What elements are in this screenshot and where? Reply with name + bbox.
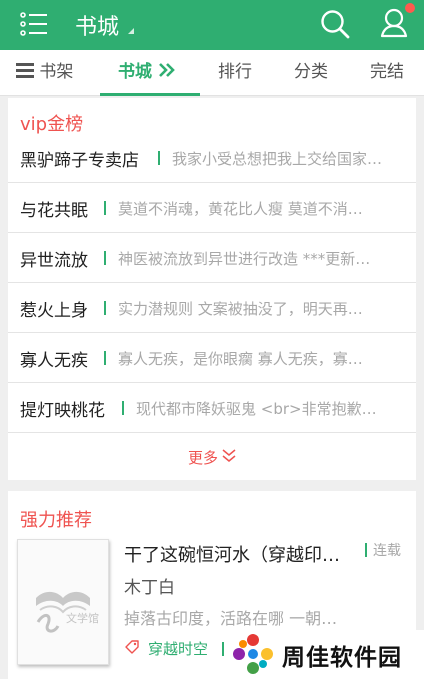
separator xyxy=(104,301,106,315)
book-author: 木丁白 xyxy=(124,578,175,598)
tab-ranking[interactable]: 排行 xyxy=(218,50,252,96)
page-title[interactable]: 书城 xyxy=(75,9,119,41)
more-button[interactable]: 更多 xyxy=(188,447,218,468)
book-intro: 掉落古印度，活路在哪 一朝… xyxy=(124,609,338,628)
double-chevron-down-icon[interactable] xyxy=(222,448,236,464)
title-dropdown-caret-icon[interactable] xyxy=(128,28,134,34)
section-title-recommend: 强力推荐 xyxy=(20,510,92,531)
separator xyxy=(158,151,160,165)
watermark-text: 周佳软件园 xyxy=(282,645,402,671)
book-desc: 我家小受总想把我上交给国家… xyxy=(172,150,383,168)
separator xyxy=(104,201,106,215)
top-bar: 书城 xyxy=(0,0,424,50)
book-name: 与花共眠 xyxy=(20,201,88,221)
tab-category-label: 分类 xyxy=(294,62,328,82)
tab-bar: 书架 书城 排行 分类 完结 xyxy=(0,50,424,96)
tag-icon xyxy=(125,640,139,654)
tab-finished[interactable]: 完结 xyxy=(370,50,404,96)
tab-bookshelf[interactable]: 书架 xyxy=(16,50,73,96)
book-name: 提灯映桃花 xyxy=(20,401,105,421)
book-desc: 现代都市降妖驱鬼 <br>非常抱歉… xyxy=(136,400,377,418)
genre-tag[interactable]: 穿越时空 xyxy=(148,638,208,659)
list-item[interactable]: 黑驴蹄子专卖店 我家小受总想把我上交给国家… xyxy=(8,133,416,183)
vip-ranking-card: vip金榜 黑驴蹄子专卖店 我家小受总想把我上交给国家… 与花共眠 莫道不消魂，… xyxy=(8,98,416,480)
book-name: 黑驴蹄子专卖店 xyxy=(20,151,139,171)
tab-bookstore-label: 书城 xyxy=(118,62,152,82)
list-item[interactable]: 与花共眠 莫道不消魂，黄花比人瘦 莫道不消… xyxy=(8,183,416,233)
tab-category[interactable]: 分类 xyxy=(294,50,328,96)
search-icon[interactable] xyxy=(320,9,350,39)
tab-bookstore[interactable]: 书城 xyxy=(118,50,176,96)
list-item[interactable]: 惹火上身 实力潜规则 文案被抽没了，明天再… xyxy=(8,283,416,333)
book-name: 寡人无疾 xyxy=(20,351,88,371)
list-item[interactable]: 提灯映桃花 现代都市降妖驱鬼 <br>非常抱歉… xyxy=(8,383,416,433)
book-desc: 寡人无疾，是你眼瘸 寡人无疾，寡… xyxy=(118,350,363,368)
book-name: 异世流放 xyxy=(20,251,88,271)
list-menu-icon[interactable] xyxy=(20,12,48,36)
book-cover-art: 文学馆 xyxy=(36,591,99,633)
book-title[interactable]: 干了这碗恒河水（穿越印… xyxy=(124,541,340,567)
separator xyxy=(365,543,367,557)
status-badge: 连载 xyxy=(373,543,401,559)
tab-bookshelf-label: 书架 xyxy=(39,62,74,82)
tab-finished-label: 完结 xyxy=(370,62,404,82)
book-name: 惹火上身 xyxy=(20,301,88,321)
cover-text: 文学馆 xyxy=(66,611,99,625)
list-item[interactable]: 异世流放 神医被流放到异世进行改造 ***更新… xyxy=(8,233,416,283)
book-desc: 莫道不消魂，黄花比人瘦 莫道不消… xyxy=(118,200,363,218)
bookshelf-icon xyxy=(16,63,34,78)
double-chevron-right-icon xyxy=(159,63,175,77)
list-item[interactable]: 寡人无疾 寡人无疾，是你眼瘸 寡人无疾，寡… xyxy=(8,333,416,383)
separator xyxy=(122,401,124,415)
pinwheel-logo-icon xyxy=(233,634,273,674)
separator xyxy=(104,251,106,265)
tab-ranking-label: 排行 xyxy=(218,62,252,82)
user-icon[interactable] xyxy=(380,8,408,38)
separator xyxy=(222,642,224,656)
separator xyxy=(104,351,106,365)
watermark: 周佳软件园 xyxy=(228,630,424,679)
notification-dot xyxy=(405,3,415,13)
book-desc: 实力潜规则 文案被抽没了，明天再… xyxy=(118,300,363,318)
book-cover[interactable]: 文学馆 xyxy=(17,539,109,665)
book-desc: 神医被流放到异世进行改造 ***更新… xyxy=(118,250,371,268)
active-tab-indicator xyxy=(100,93,200,96)
